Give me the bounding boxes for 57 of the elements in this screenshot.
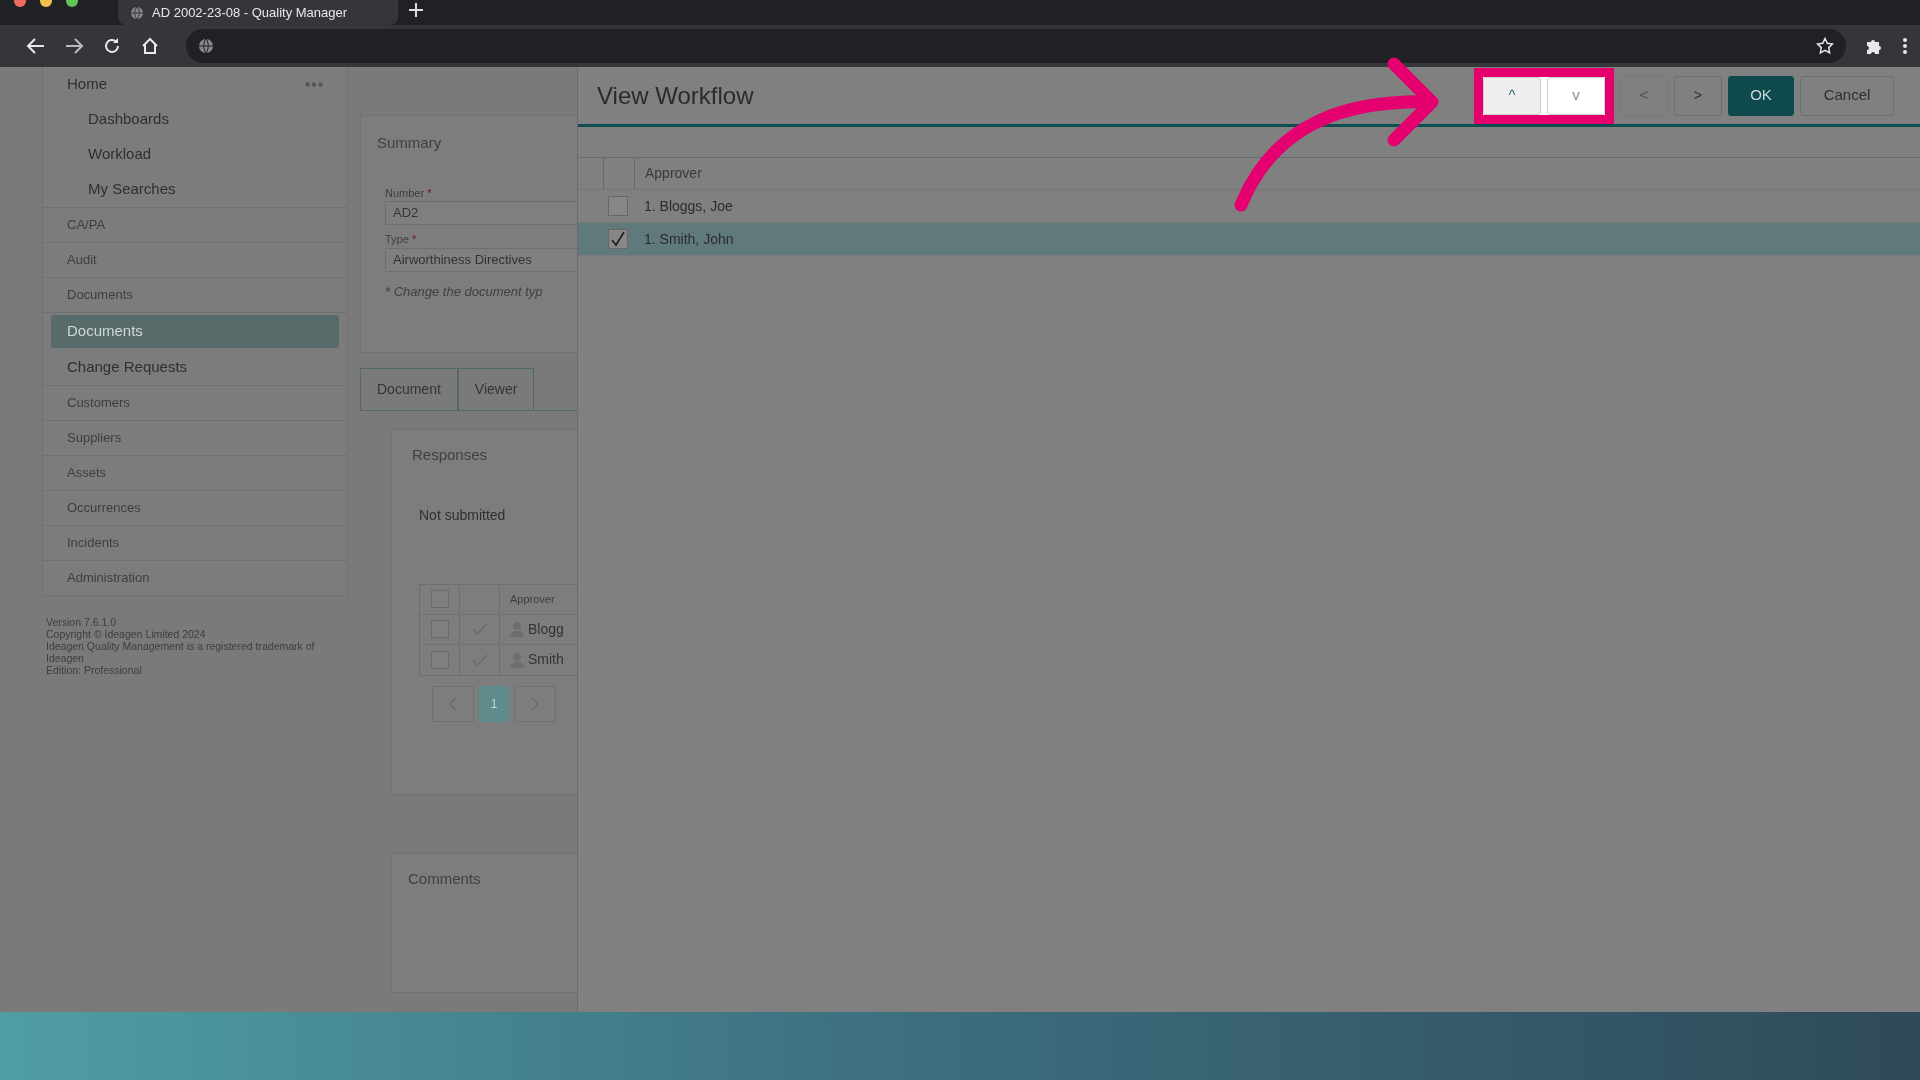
approver-name: 1. Smith, John bbox=[644, 229, 734, 249]
star-icon[interactable] bbox=[1816, 37, 1834, 55]
globe-icon bbox=[198, 38, 214, 54]
nav-button[interactable]: > bbox=[1674, 75, 1722, 116]
sidebar-item[interactable]: Workload bbox=[43, 137, 347, 172]
panel-title: Responses bbox=[412, 445, 489, 465]
checkbox[interactable] bbox=[608, 196, 628, 216]
required-mark: * bbox=[427, 186, 432, 199]
table-row[interactable]: 1. Smith, John bbox=[578, 223, 1920, 256]
sidebar-section[interactable]: Customers bbox=[43, 385, 347, 420]
tab[interactable]: Document bbox=[360, 368, 458, 410]
column-header: Approver bbox=[644, 164, 702, 183]
sidebar-section[interactable]: Administration bbox=[43, 560, 347, 595]
ok-button[interactable]: OK bbox=[1728, 75, 1794, 116]
globe-icon bbox=[130, 5, 144, 20]
sidebar-section[interactable]: CA/PA bbox=[43, 207, 347, 242]
sidebar-item[interactable]: Dashboards bbox=[43, 102, 347, 137]
approver-name: 1. Bloggs, Joe bbox=[644, 196, 733, 216]
sidebar-section[interactable]: Occurrences bbox=[43, 490, 347, 525]
footer-text: Version 7.6.1.0 bbox=[46, 616, 118, 628]
sidebar-section[interactable]: Assets bbox=[43, 455, 347, 490]
approver-name: Blogg bbox=[528, 619, 564, 639]
required-mark: * bbox=[411, 233, 417, 245]
tab-title: AD 2002-23-08 - Quality Manager bbox=[152, 3, 348, 22]
footer-text: Edition: Professional bbox=[46, 664, 143, 676]
sidebar-section[interactable]: Incidents bbox=[43, 525, 347, 560]
sidebar-item[interactable]: Documents bbox=[51, 315, 339, 348]
sidebar-section[interactable]: Documents bbox=[43, 277, 347, 312]
input-field[interactable]: AD2 bbox=[385, 201, 577, 225]
tab[interactable]: Viewer bbox=[457, 368, 535, 410]
panel-title: Summary bbox=[377, 133, 443, 153]
status-text: Not submitted bbox=[419, 505, 507, 525]
footer-text: Copyright © Ideagen Limited 2024 bbox=[46, 628, 207, 640]
field-label: Number bbox=[385, 186, 425, 199]
field-label: Type bbox=[385, 233, 409, 245]
home-icon[interactable] bbox=[140, 36, 160, 56]
sidebar-item[interactable]: My Searches bbox=[43, 172, 347, 207]
new-tab-icon[interactable] bbox=[408, 2, 424, 18]
approver-name: Smith bbox=[528, 650, 564, 669]
reload-icon[interactable] bbox=[102, 36, 122, 56]
checkbox[interactable] bbox=[608, 229, 628, 249]
cancel-button[interactable]: Cancel bbox=[1800, 75, 1894, 116]
input-field[interactable]: Airworthiness Directives bbox=[385, 247, 577, 272]
dialog-title: View Workflow bbox=[597, 80, 755, 111]
sidebar-item[interactable]: Change Requests bbox=[43, 350, 347, 385]
browser-tab[interactable]: AD 2002-23-08 - Quality Manager bbox=[118, 0, 398, 25]
column-header: Approver bbox=[509, 591, 555, 607]
sidebar-section[interactable]: Audit bbox=[43, 242, 347, 277]
page-button[interactable]: 1 bbox=[479, 685, 509, 722]
home-link[interactable]: Home bbox=[67, 73, 107, 96]
panel-title: Comments bbox=[408, 869, 482, 889]
move-button[interactable]: ^ bbox=[1483, 76, 1541, 115]
menu-icon[interactable] bbox=[1902, 37, 1908, 55]
hint-text: * Change the document typ bbox=[385, 282, 544, 301]
sidebar-section[interactable]: Suppliers bbox=[43, 420, 347, 455]
forward-icon[interactable] bbox=[64, 36, 84, 56]
back-icon[interactable] bbox=[26, 36, 46, 56]
